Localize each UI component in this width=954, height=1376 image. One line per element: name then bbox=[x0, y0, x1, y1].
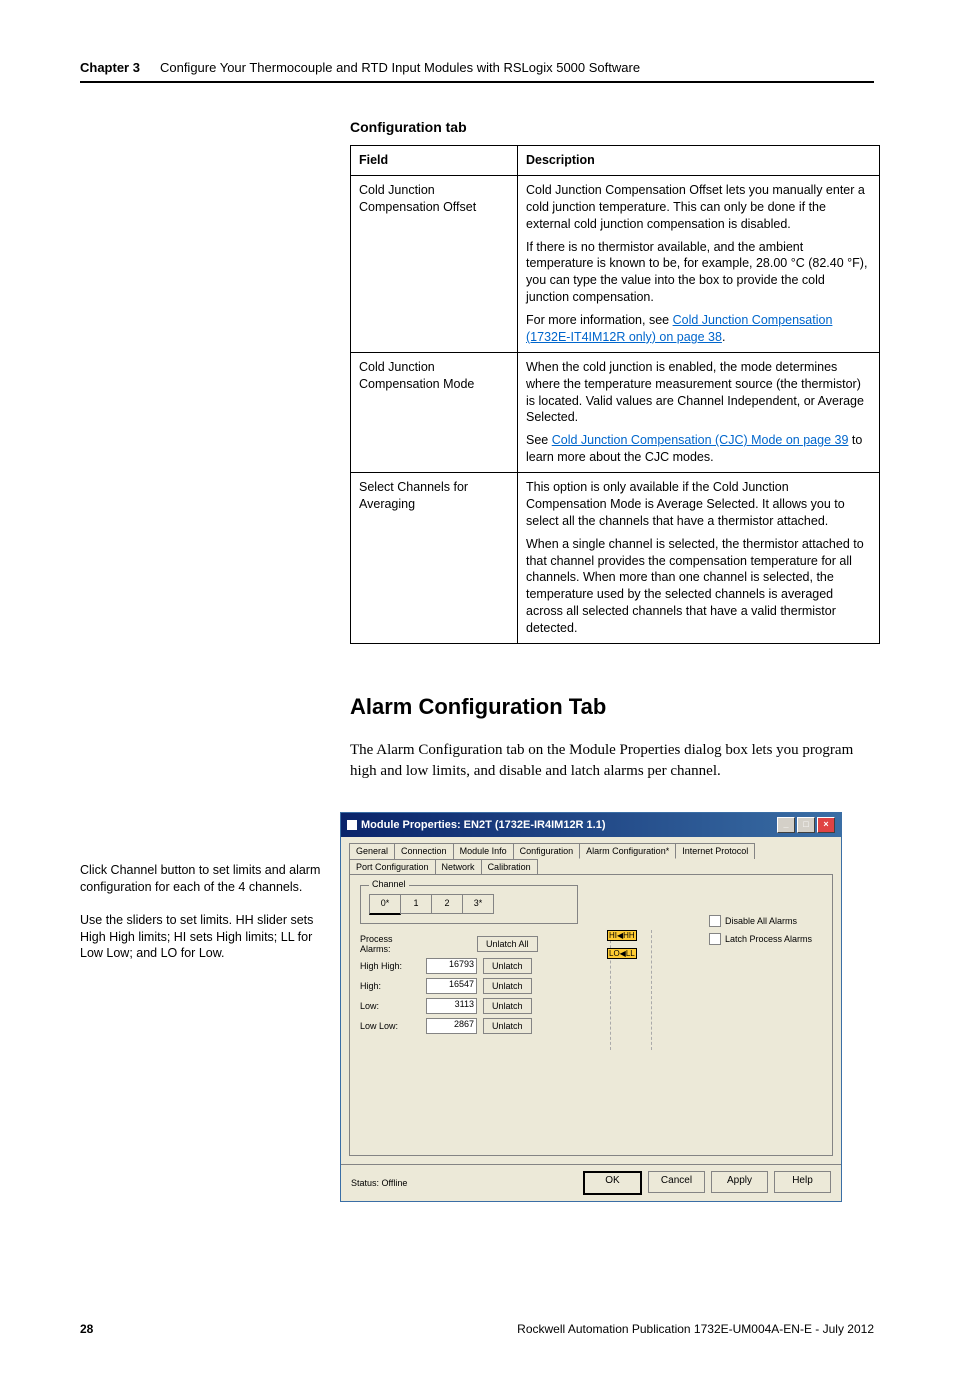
field-cell: Select Channels for Averaging bbox=[351, 473, 518, 644]
apply-button[interactable]: Apply bbox=[711, 1171, 768, 1193]
callout-sliders: Use the sliders to set limits. HH slider… bbox=[80, 912, 330, 963]
high-value[interactable]: 16547 bbox=[426, 978, 477, 994]
marker-hi[interactable]: LO◀LL bbox=[607, 948, 637, 959]
table-row: Cold Junction Compensation Mode When the… bbox=[351, 352, 880, 472]
tab-network[interactable]: Network bbox=[435, 859, 482, 874]
table-row: Select Channels for Averaging This optio… bbox=[351, 473, 880, 644]
module-properties-dialog: Module Properties: EN2T (1732E-IR4IM12R … bbox=[340, 812, 842, 1202]
low-low-value[interactable]: 2867 bbox=[426, 1018, 477, 1034]
chapter-title: Configure Your Thermocouple and RTD Inpu… bbox=[160, 60, 640, 75]
cancel-button[interactable]: Cancel bbox=[648, 1171, 705, 1193]
channel-3-button[interactable]: 3* bbox=[462, 894, 494, 914]
page-number: 28 bbox=[80, 1322, 93, 1336]
marker-hh[interactable]: HI◀HH bbox=[607, 930, 637, 941]
tab-bar: General Connection Module Info Configura… bbox=[341, 837, 841, 874]
channel-2-button[interactable]: 2 bbox=[431, 894, 463, 914]
link-cjc-mode[interactable]: Cold Junction Compensation (CJC) Mode on… bbox=[552, 433, 849, 447]
process-alarms-label: Process Alarms: bbox=[360, 934, 420, 954]
channel-0-button[interactable]: 0* bbox=[369, 894, 401, 915]
tab-alarm-configuration[interactable]: Alarm Configuration* bbox=[579, 843, 676, 859]
page-header: Chapter 3 Configure Your Thermocouple an… bbox=[80, 60, 874, 83]
maximize-button[interactable]: □ bbox=[797, 817, 815, 833]
disable-all-checkbox[interactable] bbox=[709, 915, 721, 927]
field-cell: Cold Junction Compensation Mode bbox=[351, 352, 518, 472]
dialog-footer: Status: Offline OK Cancel Apply Help bbox=[341, 1164, 841, 1201]
app-icon bbox=[347, 820, 357, 830]
high-high-label: High High: bbox=[360, 961, 420, 971]
section-body: The Alarm Configuration tab on the Modul… bbox=[350, 740, 880, 782]
tab-calibration[interactable]: Calibration bbox=[481, 859, 538, 874]
section-heading: Alarm Configuration Tab bbox=[350, 694, 874, 720]
high-label: High: bbox=[360, 981, 420, 991]
tab-connection[interactable]: Connection bbox=[394, 843, 454, 859]
unlatch-all-button[interactable]: Unlatch All bbox=[477, 936, 538, 952]
ok-button[interactable]: OK bbox=[583, 1171, 642, 1195]
publication-id: Rockwell Automation Publication 1732E-UM… bbox=[517, 1322, 874, 1336]
dialog-title: Module Properties: EN2T (1732E-IR4IM12R … bbox=[361, 819, 606, 831]
latch-process-label: Latch Process Alarms bbox=[725, 934, 812, 944]
low-low-label: Low Low: bbox=[360, 1021, 420, 1031]
tab-port-configuration[interactable]: Port Configuration bbox=[349, 859, 436, 874]
latch-process-checkbox[interactable] bbox=[709, 933, 721, 945]
table-caption: Configuration tab bbox=[350, 119, 874, 135]
table-row: Cold Junction Compensation Offset Cold J… bbox=[351, 175, 880, 352]
tab-configuration[interactable]: Configuration bbox=[513, 843, 581, 859]
disable-all-label: Disable All Alarms bbox=[725, 916, 797, 926]
chapter-label: Chapter 3 bbox=[80, 60, 140, 75]
th-description: Description bbox=[518, 146, 880, 176]
tab-module-info[interactable]: Module Info bbox=[453, 843, 514, 859]
th-field: Field bbox=[351, 146, 518, 176]
unlatch-hi-button[interactable]: Unlatch bbox=[483, 978, 532, 994]
desc-cell: Cold Junction Compensation Offset lets y… bbox=[518, 175, 880, 352]
dialog-titlebar: Module Properties: EN2T (1732E-IR4IM12R … bbox=[341, 813, 841, 837]
configuration-table: Field Description Cold Junction Compensa… bbox=[350, 145, 880, 644]
desc-cell: This option is only available if the Col… bbox=[518, 473, 880, 644]
channel-1-button[interactable]: 1 bbox=[400, 894, 432, 914]
close-button[interactable]: × bbox=[817, 817, 835, 833]
help-button[interactable]: Help bbox=[774, 1171, 831, 1193]
low-value[interactable]: 3113 bbox=[426, 998, 477, 1014]
status-text: Status: Offline bbox=[351, 1178, 407, 1188]
channel-group: Channel 0* 1 2 3* bbox=[360, 885, 578, 924]
field-cell: Cold Junction Compensation Offset bbox=[351, 175, 518, 352]
alarm-slider[interactable]: HI◀HH LO◀LL bbox=[610, 930, 652, 1050]
callout-column: Click Channel button to set limits and a… bbox=[80, 812, 330, 978]
unlatch-ll-button[interactable]: Unlatch bbox=[483, 1018, 532, 1034]
channel-group-label: Channel bbox=[369, 879, 409, 889]
tab-internet-protocol[interactable]: Internet Protocol bbox=[675, 843, 755, 859]
tab-content: Channel 0* 1 2 3* Process Alarms: Unlatc… bbox=[349, 874, 833, 1156]
low-label: Low: bbox=[360, 1001, 420, 1011]
minimize-button[interactable]: _ bbox=[777, 817, 795, 833]
page-footer: 28 Rockwell Automation Publication 1732E… bbox=[80, 1322, 874, 1336]
alarm-options: Disable All Alarms Latch Process Alarms bbox=[709, 915, 812, 951]
unlatch-lo-button[interactable]: Unlatch bbox=[483, 998, 532, 1014]
callout-channel: Click Channel button to set limits and a… bbox=[80, 862, 330, 896]
high-high-value[interactable]: 16793 bbox=[426, 958, 477, 974]
tab-general[interactable]: General bbox=[349, 843, 395, 859]
unlatch-hh-button[interactable]: Unlatch bbox=[483, 958, 532, 974]
desc-cell: When the cold junction is enabled, the m… bbox=[518, 352, 880, 472]
